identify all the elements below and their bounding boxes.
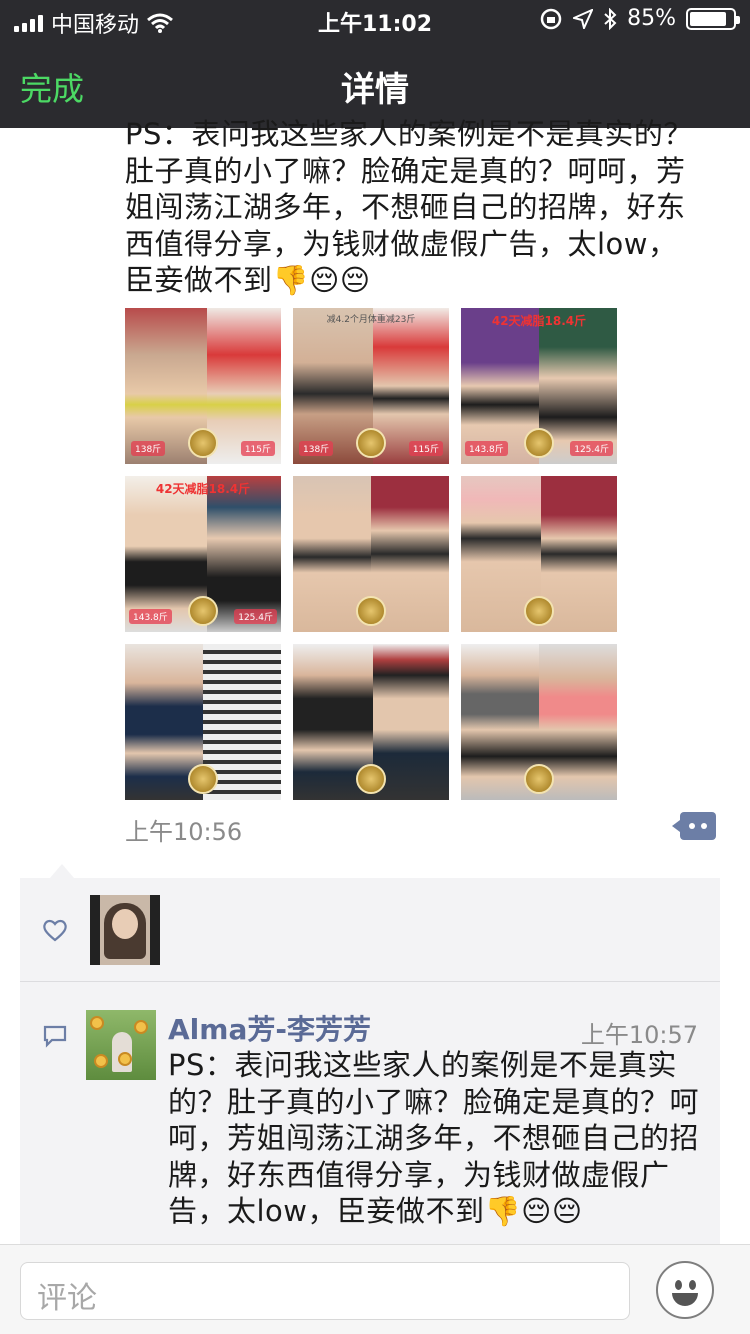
bluetooth-icon: [604, 7, 617, 30]
photo-7[interactable]: [125, 644, 281, 800]
photo-2[interactable]: 减4.2个月体重减23斤 138斤 115斤: [293, 308, 449, 464]
photo-3[interactable]: 42天减脂18.4斤 143.8斤 125.4斤: [461, 308, 617, 464]
emoji-button[interactable]: [656, 1261, 714, 1319]
battery-icon: [686, 7, 740, 30]
more-actions-button[interactable]: [672, 812, 716, 840]
post-text: PS：表问我这些家人的案例是不是真实的？肚子真的小了嘛？脸确定是真的？呵呵，芳姐…: [125, 117, 693, 297]
nav-bar: 完成 详情: [0, 40, 750, 128]
likes-row: [20, 878, 720, 982]
top-bar: 中国移动 上午11:02 85% 完成 详情: [0, 0, 750, 128]
heart-icon: [43, 919, 67, 942]
post-time: 上午10:56: [125, 818, 243, 846]
comment-bar: 评论: [0, 1244, 750, 1334]
comment-icon: [43, 1025, 67, 1048]
rotation-lock-icon: [540, 8, 562, 29]
photo-8[interactable]: [293, 644, 449, 800]
comment-time: 上午10:57: [580, 1021, 698, 1049]
photo-6[interactable]: [461, 476, 617, 632]
status-bar: 中国移动 上午11:02 85%: [0, 0, 750, 40]
battery-percent: 85%: [627, 6, 676, 31]
photo-4[interactable]: 42天减脂18.4斤 143.8斤 125.4斤: [125, 476, 281, 632]
interaction-panel: Alma芳-李芳芳 上午10:57 PS：表问我这些家人的案例是不是真实的？肚子…: [20, 864, 720, 1244]
location-icon: [573, 8, 594, 29]
photo-9[interactable]: [461, 644, 617, 800]
photo-5[interactable]: [293, 476, 449, 632]
commenter-name[interactable]: Alma芳-李芳芳: [168, 1008, 371, 1048]
comment-text: PS：表问我这些家人的案例是不是真实的？肚子真的小了嘛？脸确定是真的？呵呵，芳姐…: [168, 1048, 700, 1228]
comment-input[interactable]: 评论: [20, 1262, 630, 1320]
commenter-avatar[interactable]: [86, 1010, 156, 1080]
photo-1[interactable]: 138斤 115斤: [125, 308, 281, 464]
liker-avatar[interactable]: [90, 895, 160, 965]
page-title: 详情: [341, 70, 409, 110]
